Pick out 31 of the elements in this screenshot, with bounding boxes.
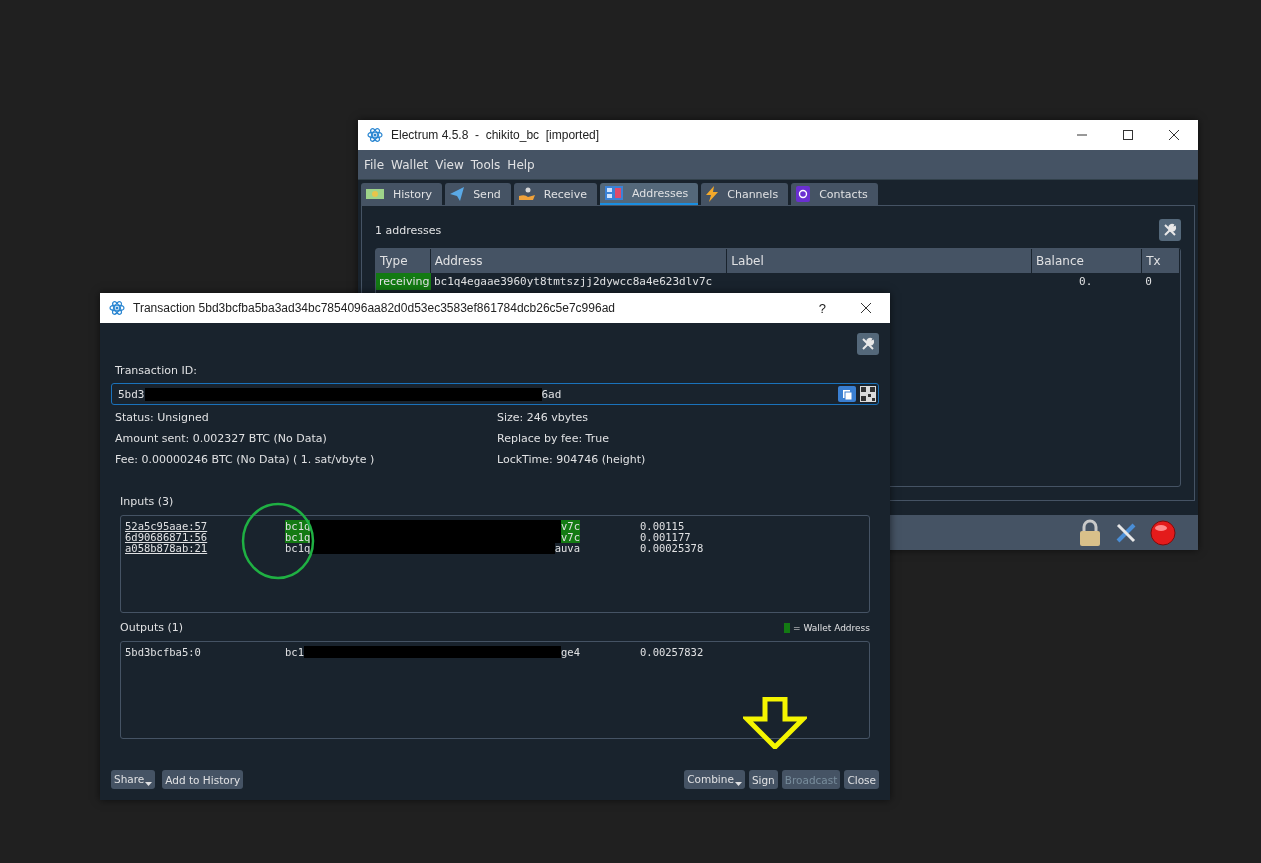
address-start: bc1q [285, 530, 311, 543]
dialog-title: Transaction 5bd3bcfba5ba3ad34bc7854096aa82d0d53ec3583ef861784dcb26c5e7c996ad [133, 301, 615, 315]
address-start: bc1q [285, 541, 311, 554]
table-cell-text: bc1q4egaae3960yt8tmtszjj2dywcc8a4e623dlv7c [433, 275, 714, 288]
inputs-heading: Inputs (3) [120, 495, 175, 508]
amount-text: 0.001177 [640, 530, 691, 543]
info-text: Amount sent: 0.002327 BTC (No Data) [115, 432, 328, 445]
txid-end: 6ad [541, 387, 562, 401]
amount-text: 0.00115 [640, 519, 685, 532]
address-end: v7c [561, 519, 580, 532]
info-text: LockTime: 904746 (height) [497, 453, 647, 466]
info-text: Replace by fee: True [497, 432, 610, 445]
address-end: ge4 [561, 645, 580, 658]
address-start: bc1q [285, 519, 311, 532]
legend-text: = Wallet Address [793, 622, 870, 633]
address-count: 1 addresses [375, 223, 442, 237]
address-end: auva [554, 541, 580, 554]
info-text: Status: Unsigned [115, 411, 210, 424]
txid-start: 5bd3 [118, 387, 145, 401]
table-cell-text: 0. [1078, 275, 1094, 288]
table-cell-text: 0 [1144, 275, 1153, 288]
address-type-tag: receiving [376, 273, 431, 290]
txid-label: Transaction ID: [115, 364, 198, 377]
info-text: Fee: 0.00000246 BTC (No Data) ( 1. sat/vbyte ) [115, 453, 376, 466]
amount-text: 0.00257832 [640, 645, 704, 658]
address-start: bc1 [285, 645, 304, 658]
info-text: Size: 246 vbytes [497, 411, 590, 424]
address-end: v7c [561, 530, 580, 543]
amount-text: 0.00025378 [640, 541, 704, 554]
window-title: Electrum 4.5.8 - chikito_bc [imported] [391, 128, 600, 142]
outputs-heading: Outputs (1) [120, 621, 184, 634]
